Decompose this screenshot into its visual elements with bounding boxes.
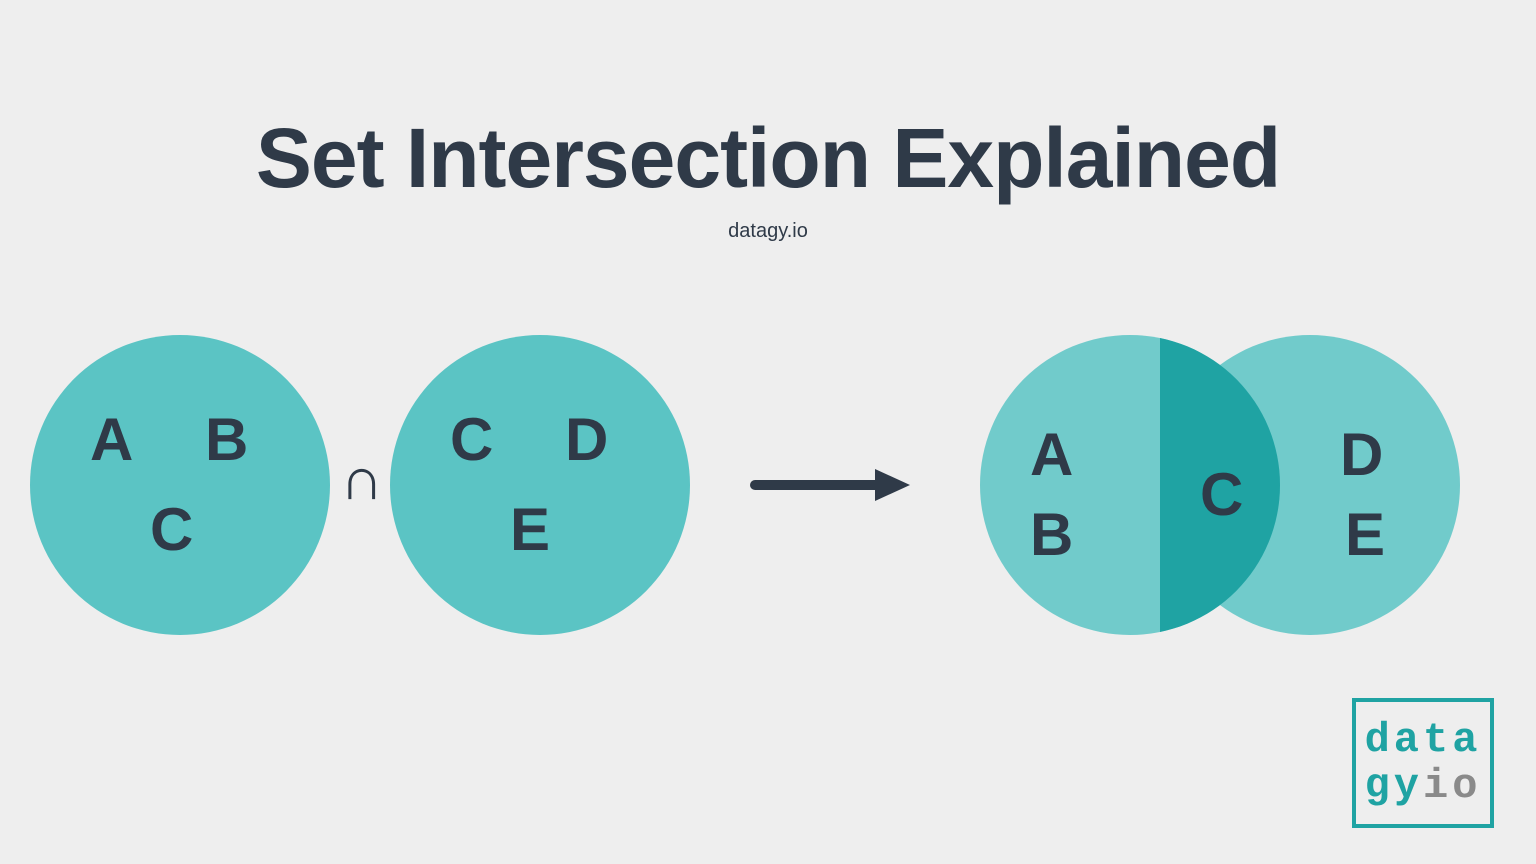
page-title: Set Intersection Explained	[0, 110, 1536, 207]
logo-text-io: io	[1423, 762, 1481, 810]
set-a-element: B	[205, 405, 248, 474]
venn-diagram: A B C ∩ C D E A B C D E	[30, 315, 1506, 655]
datagy-logo: data gyio	[1352, 698, 1494, 828]
venn-left-element: A	[1030, 420, 1073, 489]
set-b-element: E	[510, 495, 550, 564]
set-a-circle: A B C	[30, 335, 330, 635]
set-b-element: C	[450, 405, 493, 474]
venn-right-element: D	[1340, 420, 1383, 489]
venn-left-element: B	[1030, 500, 1073, 569]
venn-right-element: E	[1345, 500, 1385, 569]
set-b-circle: C D E	[390, 335, 690, 635]
logo-text-data: data	[1365, 716, 1482, 764]
intersection-symbol: ∩	[340, 445, 383, 514]
set-a-element: A	[90, 405, 133, 474]
page-subtitle: datagy.io	[0, 220, 1536, 243]
arrow-icon	[750, 465, 920, 505]
venn-intersection-element: C	[1200, 460, 1243, 529]
set-a-element: C	[150, 495, 193, 564]
set-b-element: D	[565, 405, 608, 474]
logo-text-gy: gy	[1365, 762, 1423, 810]
